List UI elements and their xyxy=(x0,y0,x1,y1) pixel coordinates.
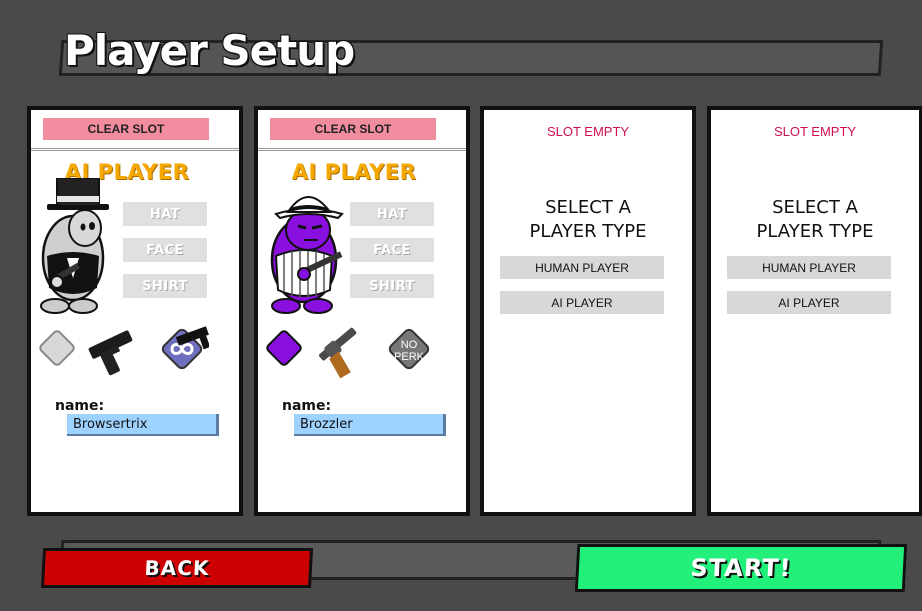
character-avatar xyxy=(270,196,344,314)
shirt-button[interactable]: SHIRT xyxy=(350,274,434,298)
pistol-icon[interactable] xyxy=(83,320,143,380)
page-title: Player Setup xyxy=(64,26,355,75)
human-player-button[interactable]: HUMAN PLAYER xyxy=(727,256,891,279)
hat-button[interactable]: HAT xyxy=(123,202,207,226)
select-player-type-prompt: SELECT A PLAYER TYPE xyxy=(711,196,919,244)
back-button[interactable]: BACK xyxy=(40,548,314,588)
revolver-icon[interactable] xyxy=(310,320,370,380)
name-label: name: xyxy=(55,398,105,414)
clear-slot-button[interactable]: CLEAR SLOT xyxy=(270,118,436,140)
slot-empty-status: SLOT EMPTY xyxy=(773,124,857,139)
shirt-button[interactable]: SHIRT xyxy=(123,274,207,298)
prompt-line2: PLAYER TYPE xyxy=(756,221,874,242)
player-slot-3: SLOT EMPTY SELECT A PLAYER TYPE HUMAN PL… xyxy=(480,106,696,516)
hat-button[interactable]: HAT xyxy=(350,202,434,226)
face-button[interactable]: FACE xyxy=(350,238,434,262)
color-swatch-diamond[interactable] xyxy=(264,328,304,368)
no-perk-line2: PERK xyxy=(394,351,425,363)
divider xyxy=(258,148,466,151)
no-perk-icon[interactable]: NO PERK xyxy=(382,322,436,376)
name-label: name: xyxy=(282,398,332,414)
character-avatar xyxy=(40,178,109,314)
slot-empty-status: SLOT EMPTY xyxy=(546,124,630,139)
player-slot-1: CLEAR SLOT AI PLAYER HAT FACE SHIRT name… xyxy=(27,106,243,516)
human-player-button[interactable]: HUMAN PLAYER xyxy=(500,256,664,279)
player-slot-2: CLEAR SLOT AI PLAYER HAT FACE SHIRT NO P… xyxy=(254,106,470,516)
name-field[interactable] xyxy=(294,414,446,436)
start-button[interactable]: START! xyxy=(574,544,908,592)
clear-slot-button[interactable]: CLEAR SLOT xyxy=(43,118,209,140)
name-field[interactable] xyxy=(67,414,219,436)
face-button[interactable]: FACE xyxy=(123,238,207,262)
no-perk-line1: NO xyxy=(401,339,418,351)
prompt-line1: SELECT A xyxy=(772,197,858,218)
prompt-line2: PLAYER TYPE xyxy=(529,221,647,242)
color-swatch-diamond[interactable] xyxy=(37,328,77,368)
ai-player-button[interactable]: AI PLAYER xyxy=(500,291,664,314)
player-slot-4: SLOT EMPTY SELECT A PLAYER TYPE HUMAN PL… xyxy=(707,106,922,516)
ai-player-button[interactable]: AI PLAYER xyxy=(727,291,891,314)
divider xyxy=(31,148,239,151)
select-player-type-prompt: SELECT A PLAYER TYPE xyxy=(484,196,692,244)
infinity-perk-icon[interactable] xyxy=(155,322,209,376)
prompt-line1: SELECT A xyxy=(545,197,631,218)
